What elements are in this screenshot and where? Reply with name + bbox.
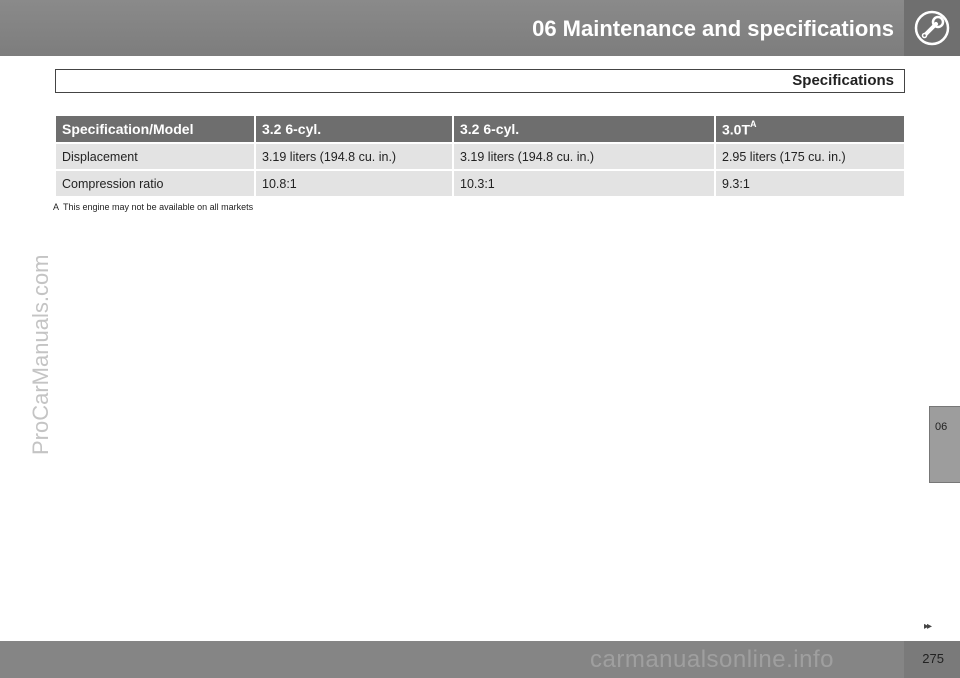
table-cell: 3.19 liters (194.8 cu. in.)	[454, 142, 716, 169]
chapter-header: 06 Maintenance and specifications	[0, 0, 960, 56]
watermark-left: ProCarManuals.com	[28, 254, 53, 455]
footnote-mark: A	[53, 202, 60, 212]
page-number: 275	[922, 651, 944, 666]
column-header: Specification/Model	[56, 116, 256, 142]
footnote-text: This engine may not be available on all …	[63, 202, 254, 212]
footnote: A This engine may not be available on all…	[53, 202, 253, 212]
table-cell: 9.3:1	[716, 169, 904, 196]
watermark-bottom: carmanualsonline.info	[590, 646, 834, 673]
footnote-ref: A	[750, 118, 757, 129]
table-cell: Displacement	[56, 142, 256, 169]
column-header: 3.2 6-cyl.	[454, 116, 716, 142]
column-header: 3.0TA	[716, 116, 904, 142]
column-header: 3.2 6-cyl.	[256, 116, 454, 142]
section-title: Specifications	[792, 72, 894, 89]
table-cell: 2.95 liters (175 cu. in.)	[716, 142, 904, 169]
column-header-label: 3.0T	[722, 121, 751, 138]
chapter-icon-box	[904, 0, 960, 56]
table-row: Displacement 3.19 liters (194.8 cu. in.)…	[56, 142, 904, 169]
table-cell: 10.3:1	[454, 169, 716, 196]
page-number-box: 275	[904, 641, 960, 678]
table-row: Compression ratio 10.8:1 10.3:1 9.3:1	[56, 169, 904, 196]
chapter-title: 06 Maintenance and specifications	[532, 16, 894, 41]
table-header-row: Specification/Model 3.2 6-cyl. 3.2 6-cyl…	[56, 116, 904, 142]
table-cell: 3.19 liters (194.8 cu. in.)	[256, 142, 454, 169]
side-tab-label: 06	[935, 421, 948, 433]
table-cell: Compression ratio	[56, 169, 256, 196]
section-bar: Specifications	[55, 69, 905, 93]
wrench-icon	[914, 10, 950, 46]
chapter-side-tab[interactable]: 06	[929, 406, 960, 483]
next-page-arrows-icon[interactable]: ▸▸	[924, 621, 932, 632]
table-cell: 10.8:1	[256, 169, 454, 196]
specifications-table: Specification/Model 3.2 6-cyl. 3.2 6-cyl…	[56, 116, 904, 196]
